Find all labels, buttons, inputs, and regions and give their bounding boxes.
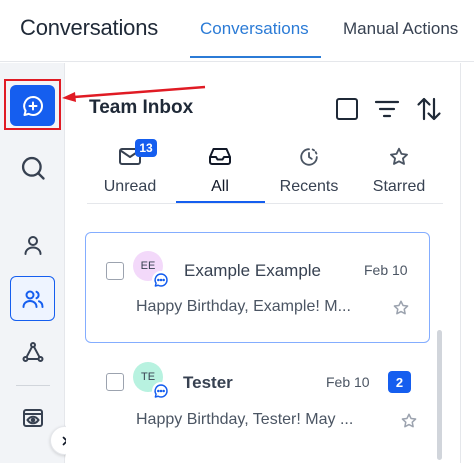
- conversation-date: Feb 10: [326, 374, 370, 390]
- star-toggle[interactable]: [399, 411, 419, 431]
- list-scrollbar[interactable]: [437, 330, 442, 460]
- inbox-icon: [209, 148, 231, 165]
- filter-tab-recents[interactable]: Recents: [266, 142, 352, 204]
- tab-manual-actions[interactable]: Manual Actions: [343, 19, 458, 39]
- unread-count-badge: 13: [135, 139, 157, 157]
- filter-label-starred: Starred: [372, 178, 426, 195]
- chat-plus-icon: [22, 95, 43, 116]
- users-icon: [22, 290, 43, 308]
- app-title: Conversations: [20, 15, 159, 40]
- search-icon: [21, 156, 45, 180]
- conversation-item[interactable]: [85, 232, 430, 343]
- top-bar: Conversations Conversations Manual Actio…: [0, 0, 474, 62]
- star-icon: [390, 147, 408, 165]
- message-preview: Happy Birthday, Tester! May ...: [136, 411, 354, 428]
- conversation-date: Feb 10: [364, 262, 408, 278]
- chat-channel-icon: [152, 382, 170, 400]
- network-icon: [22, 342, 44, 362]
- contact-name: Example Example: [184, 261, 322, 280]
- inbox-title: Team Inbox: [89, 97, 194, 118]
- filter-button[interactable]: [373, 96, 401, 122]
- workflow-button[interactable]: [14, 334, 52, 370]
- active-tab-indicator: [190, 56, 321, 58]
- star-toggle[interactable]: [391, 298, 411, 318]
- filter-label-recents: Recents: [279, 178, 339, 195]
- filter-tab-starred[interactable]: Starred: [356, 142, 442, 204]
- filter-divider: [87, 203, 443, 204]
- clock-icon: [300, 148, 318, 166]
- filter-lines-icon: [374, 100, 400, 118]
- unread-badge: 2: [388, 371, 411, 393]
- rail-divider: [16, 385, 50, 386]
- conversation-checkbox[interactable]: [106, 373, 124, 391]
- message-preview: Happy Birthday, Example! M...: [136, 298, 351, 315]
- filter-label-all: All: [211, 178, 229, 195]
- sort-button[interactable]: [414, 94, 444, 124]
- right-pane-edge: [460, 63, 474, 463]
- sort-arrows-icon: [417, 97, 441, 121]
- filter-tab-all[interactable]: All: [176, 142, 264, 204]
- star-icon: [393, 300, 409, 315]
- user-icon: [24, 236, 42, 255]
- tab-conversations[interactable]: Conversations: [200, 19, 309, 39]
- star-icon: [401, 413, 417, 428]
- select-all-checkbox[interactable]: [335, 97, 359, 121]
- search-button[interactable]: [14, 149, 52, 187]
- checkbox-icon: [336, 98, 358, 120]
- filter-label-unread: Unread: [103, 178, 157, 195]
- eye-window-icon: [23, 409, 43, 427]
- filter-tab-unread[interactable]: Unread: [87, 142, 173, 204]
- preview-button[interactable]: [14, 400, 52, 436]
- contact-name: Tester: [183, 373, 233, 392]
- chat-channel-icon: [152, 271, 170, 289]
- team-inbox-button[interactable]: [10, 276, 55, 321]
- app-root: Conversations Conversations Manual Actio…: [0, 0, 474, 463]
- conversation-checkbox[interactable]: [106, 262, 124, 280]
- new-conversation-button[interactable]: [10, 85, 55, 126]
- contacts-button[interactable]: [14, 228, 52, 262]
